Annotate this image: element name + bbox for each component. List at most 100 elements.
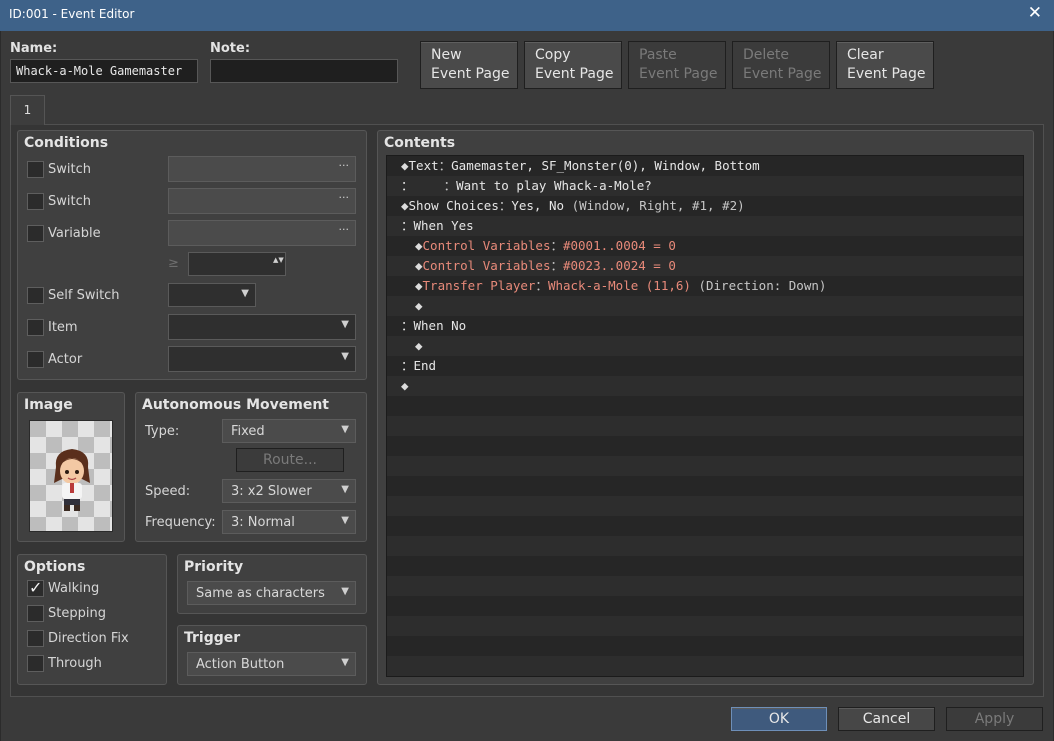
paste-event-page-button[interactable]: Paste Event Page [628, 41, 726, 89]
name-field[interactable]: Whack-a-Mole Gamemaster [10, 59, 198, 83]
new-event-page-button[interactable]: New Event Page [420, 41, 518, 89]
switch2-checkbox[interactable] [27, 193, 44, 210]
command-row[interactable]: ◆ [387, 296, 1023, 316]
button-label: Event Page [847, 66, 926, 82]
button-label: Copy [535, 47, 571, 63]
command-row[interactable] [387, 516, 1023, 536]
button-label: New [431, 47, 462, 63]
trigger-value: Action Button [196, 657, 285, 672]
command-row[interactable] [387, 476, 1023, 496]
command-row[interactable]: ◆ [387, 336, 1023, 356]
command-row[interactable] [387, 456, 1023, 476]
command-text: ◆ [401, 376, 409, 396]
command-name: Control Variables [422, 238, 551, 253]
command-row[interactable] [387, 556, 1023, 576]
command-row[interactable] [387, 536, 1023, 556]
command-row[interactable] [387, 576, 1023, 596]
command-text: ◆Show Choices：Yes, No (Window, Right, #1… [401, 196, 745, 216]
image-title: Image [24, 397, 73, 413]
name-label: Name: [10, 41, 58, 56]
command-text: ◆Text：Gamemaster, SF_Monster(0), Window,… [401, 156, 760, 176]
frequency-select[interactable]: 3: Normal ▼ [222, 510, 356, 534]
command-row[interactable] [387, 436, 1023, 456]
walking-checkbox[interactable] [27, 578, 44, 597]
trigger-select[interactable]: Action Button ▼ [187, 652, 356, 676]
command-row[interactable] [387, 656, 1023, 676]
command-row[interactable]: ：When No [387, 316, 1023, 336]
chevron-down-icon: ▼ [341, 657, 349, 668]
priority-select[interactable]: Same as characters ▼ [187, 581, 356, 605]
route-button[interactable]: Route... [236, 448, 344, 472]
item-checkbox[interactable] [27, 319, 44, 336]
delete-event-page-button[interactable]: Delete Event Page [732, 41, 830, 89]
close-icon[interactable]: ✕ [1028, 3, 1042, 23]
copy-event-page-button[interactable]: Copy Event Page [524, 41, 622, 89]
ellipsis-icon: ··· [338, 159, 350, 172]
command-separator: ： [535, 278, 548, 293]
variable-selector[interactable]: ··· [168, 220, 356, 246]
command-name: ：When No [401, 318, 467, 333]
switch1-selector[interactable]: ··· [168, 156, 356, 182]
command-text: ◆ [415, 296, 423, 316]
self-switch-select[interactable]: ▼ [168, 283, 256, 307]
ok-button[interactable]: OK [731, 707, 827, 731]
clear-event-page-button[interactable]: Clear Event Page [836, 41, 934, 89]
button-label: Event Page [639, 66, 718, 82]
window-title: ID:001 - Event Editor [9, 7, 135, 21]
through-checkbox[interactable] [27, 655, 44, 672]
command-row[interactable] [387, 616, 1023, 636]
priority-title: Priority [184, 559, 244, 575]
actor-checkbox[interactable] [27, 351, 44, 368]
item-select[interactable]: ▼ [168, 314, 356, 340]
command-row[interactable] [387, 396, 1023, 416]
switch2-label: Switch [48, 194, 91, 209]
conditions-title: Conditions [24, 135, 109, 151]
button-label: Event Page [431, 66, 510, 82]
command-row[interactable]: ◆Text：Gamemaster, SF_Monster(0), Window,… [387, 156, 1023, 176]
actor-label: Actor [48, 352, 83, 367]
direction-fix-checkbox[interactable] [27, 630, 44, 647]
diamond-icon: ◆ [401, 198, 409, 213]
stepping-checkbox[interactable] [27, 605, 44, 622]
command-text: ◆Control Variables：#0001..0004 = 0 [415, 236, 676, 256]
character-sprite-icon [54, 449, 90, 511]
command-text: ： ：Want to play Whack-a-Mole? [401, 176, 652, 196]
chevron-down-icon: ▼ [341, 515, 349, 526]
command-text: ◆ [415, 336, 423, 356]
self-switch-checkbox[interactable] [27, 287, 44, 304]
chevron-down-icon: ▼ [241, 288, 249, 299]
command-row[interactable]: ◆Control Variables：#0023..0024 = 0 [387, 256, 1023, 276]
command-row[interactable]: ◆Show Choices：Yes, No (Window, Right, #1… [387, 196, 1023, 216]
switch1-checkbox[interactable] [27, 161, 44, 178]
actor-select[interactable]: ▼ [168, 346, 356, 372]
command-row[interactable] [387, 636, 1023, 656]
note-field[interactable] [210, 59, 398, 83]
command-row[interactable]: ：When Yes [387, 216, 1023, 236]
switch1-label: Switch [48, 162, 91, 177]
command-name: Show Choices [408, 198, 499, 213]
apply-button[interactable]: Apply [946, 707, 1043, 731]
command-row[interactable]: ◆Transfer Player：Whack-a-Mole (11,6) (Di… [387, 276, 1023, 296]
priority-value: Same as characters [196, 586, 325, 601]
variable-label: Variable [48, 226, 101, 241]
command-row[interactable]: ： ：Want to play Whack-a-Mole? [387, 176, 1023, 196]
trigger-title: Trigger [184, 630, 241, 646]
movement-type-select[interactable]: Fixed ▼ [222, 419, 356, 443]
command-row[interactable]: ◆ [387, 376, 1023, 396]
command-row[interactable] [387, 596, 1023, 616]
event-command-list[interactable]: ◆Text：Gamemaster, SF_Monster(0), Window,… [386, 155, 1024, 677]
speed-select[interactable]: 3: x2 Slower ▼ [222, 479, 356, 503]
speed-value: 3: x2 Slower [231, 484, 312, 499]
command-row[interactable]: ：End [387, 356, 1023, 376]
variable-checkbox[interactable] [27, 225, 44, 242]
command-row[interactable]: ◆Control Variables：#0001..0004 = 0 [387, 236, 1023, 256]
tab-page-1[interactable]: 1 [10, 95, 45, 125]
character-image[interactable] [29, 420, 113, 532]
diamond-icon: ◆ [401, 158, 409, 173]
switch2-selector[interactable]: ··· [168, 188, 356, 214]
cancel-button[interactable]: Cancel [838, 707, 935, 731]
command-text: ：When No [401, 316, 466, 336]
command-row[interactable] [387, 416, 1023, 436]
command-row[interactable] [387, 496, 1023, 516]
variable-value-stepper[interactable]: ▲▼ [188, 252, 286, 276]
